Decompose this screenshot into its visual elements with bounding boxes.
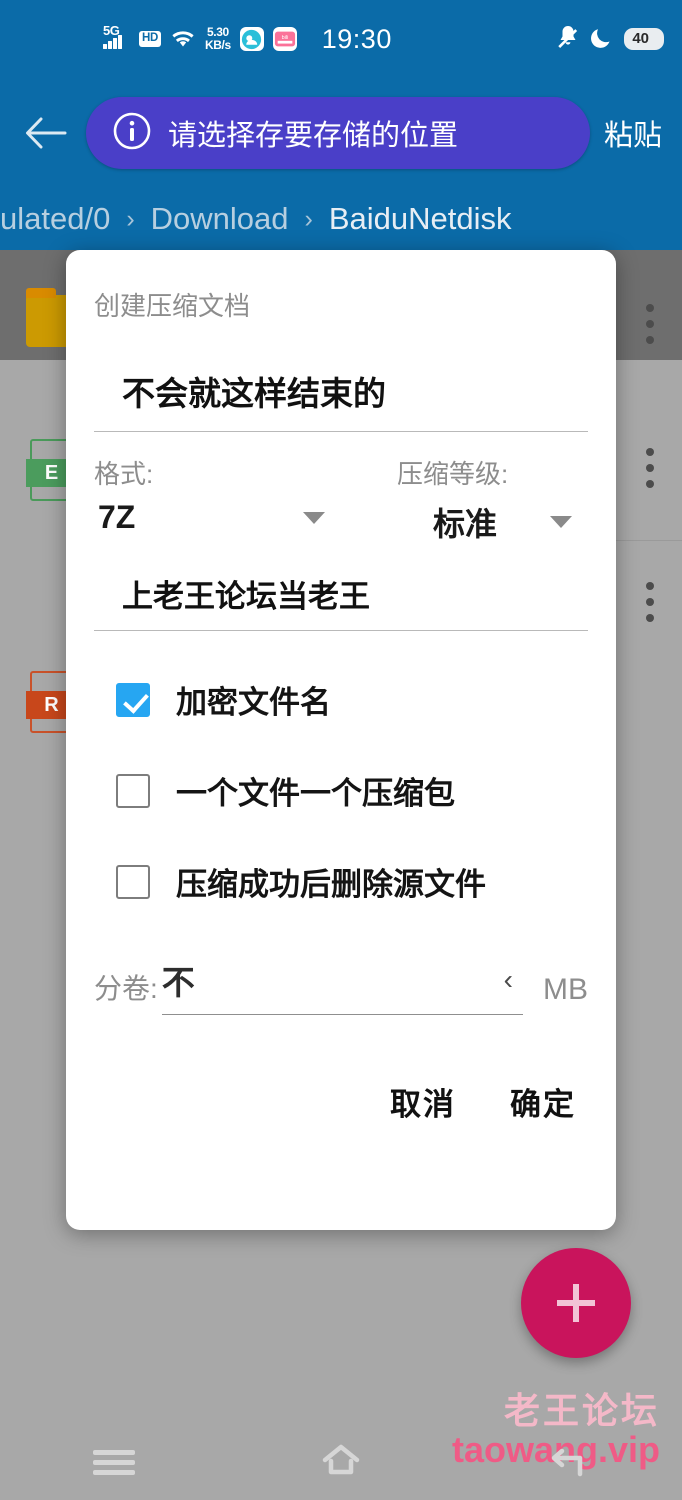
breadcrumb: ulated/0 › Download › BaiduNetdisk <box>0 188 682 250</box>
more-vertical-icon[interactable] <box>646 582 654 622</box>
paste-button[interactable]: 粘贴 <box>602 106 664 160</box>
checkbox-unchecked-icon[interactable] <box>116 864 150 899</box>
checkbox-unchecked-icon[interactable] <box>116 773 150 808</box>
format-value: 7Z <box>98 499 136 535</box>
level-value: 标准 <box>433 506 498 542</box>
split-size-input[interactable]: 不 ‹ <box>161 956 523 1015</box>
paste-destination-hint-chip[interactable]: 请选择存要存储的位置 <box>86 97 590 169</box>
plus-icon <box>557 1284 595 1322</box>
split-value: 不 <box>161 964 195 1001</box>
format-label: 格式: <box>94 459 154 489</box>
arrow-back-icon <box>546 1444 590 1480</box>
notification-muted-icon <box>556 24 580 55</box>
checkbox-label: 一个文件一个压缩包 <box>176 776 455 811</box>
add-fab-button[interactable] <box>521 1248 631 1358</box>
app-toolbar: 请选择存要存储的位置 粘贴 <box>0 78 682 188</box>
bilibili-app-icon: bili <box>272 27 297 51</box>
split-volume-row: 分卷: 不 ‹ MB <box>94 956 588 1015</box>
recents-button[interactable] <box>0 1445 227 1480</box>
password-field[interactable]: 上老王论坛当老王 <box>94 571 588 631</box>
checkbox-row-delete-source[interactable]: 压缩成功后删除源文件 <box>94 859 588 904</box>
phone-screen: E R 5G HD 5.30 KB/s bili 19:30 40 请选择存要存… <box>0 0 682 1500</box>
more-vertical-icon[interactable] <box>646 304 654 344</box>
cloud-app-icon <box>239 27 264 51</box>
more-vertical-icon[interactable] <box>646 448 654 488</box>
svg-text:bili: bili <box>281 35 288 41</box>
breadcrumb-item-2[interactable]: BaiduNetdisk <box>329 201 512 237</box>
format-group: 格式: 7Z <box>94 454 341 545</box>
archive-name-field[interactable]: 不会就这样结束的 <box>94 367 588 432</box>
dialog-title: 创建压缩文档 <box>94 291 251 321</box>
checkbox-row-one-archive-per-file[interactable]: 一个文件一个压缩包 <box>94 768 588 813</box>
level-label: 压缩等级: <box>397 459 509 489</box>
dialog-actions: 取消 确定 <box>94 1079 588 1124</box>
level-select[interactable]: 标准 <box>397 499 588 545</box>
home-icon <box>317 1440 365 1485</box>
arrow-left-icon[interactable] <box>18 105 74 161</box>
breadcrumb-separator: › <box>126 204 135 233</box>
chevron-down-icon <box>550 516 572 528</box>
info-circle-icon <box>112 111 152 156</box>
system-navigation-bar <box>0 1424 682 1500</box>
battery-indicator: 40 <box>624 27 664 51</box>
status-clock: 19:30 <box>321 23 392 54</box>
cancel-button[interactable]: 取消 <box>390 1079 456 1124</box>
confirm-button[interactable]: 确定 <box>510 1079 576 1124</box>
archive-options-row: 格式: 7Z 压缩等级: 标准 <box>94 454 588 545</box>
level-group: 压缩等级: 标准 <box>341 454 588 545</box>
create-archive-dialog: 创建压缩文档 不会就这样结束的 格式: 7Z 压缩等级: 标准 上老王论坛当老王… <box>66 250 616 1230</box>
signal-icon: 5G <box>103 23 130 54</box>
checkbox-label: 压缩成功后删除源文件 <box>176 867 486 902</box>
breadcrumb-separator: › <box>304 204 313 233</box>
menu-lines-icon <box>92 1445 135 1480</box>
split-label: 分卷: <box>94 973 158 1004</box>
archive-name-value: 不会就这样结束的 <box>122 375 386 412</box>
breadcrumb-item-0[interactable]: ulated/0 <box>0 201 110 237</box>
back-button[interactable] <box>455 1444 682 1480</box>
hint-text: 请选择存要存储的位置 <box>168 120 459 152</box>
chevron-down-icon <box>303 511 325 524</box>
hd-icon: HD <box>139 31 162 47</box>
data-rate-icon: 5.30 KB/s <box>205 25 231 52</box>
checkbox-checked-icon[interactable] <box>116 682 150 717</box>
breadcrumb-item-1[interactable]: Download <box>151 201 289 237</box>
format-select[interactable]: 7Z <box>94 499 341 536</box>
wifi-icon <box>170 29 196 49</box>
chevron-left-icon[interactable]: ‹ <box>504 964 523 996</box>
status-bar: 5G HD 5.30 KB/s bili 19:30 40 <box>0 0 682 78</box>
split-unit-label: MB <box>543 973 588 1006</box>
checkbox-label: 加密文件名 <box>176 685 331 720</box>
do-not-disturb-moon-icon <box>591 25 613 54</box>
password-value: 上老王论坛当老王 <box>122 579 370 614</box>
checkbox-row-encrypt-filenames[interactable]: 加密文件名 <box>94 677 588 722</box>
home-button[interactable] <box>227 1440 454 1485</box>
